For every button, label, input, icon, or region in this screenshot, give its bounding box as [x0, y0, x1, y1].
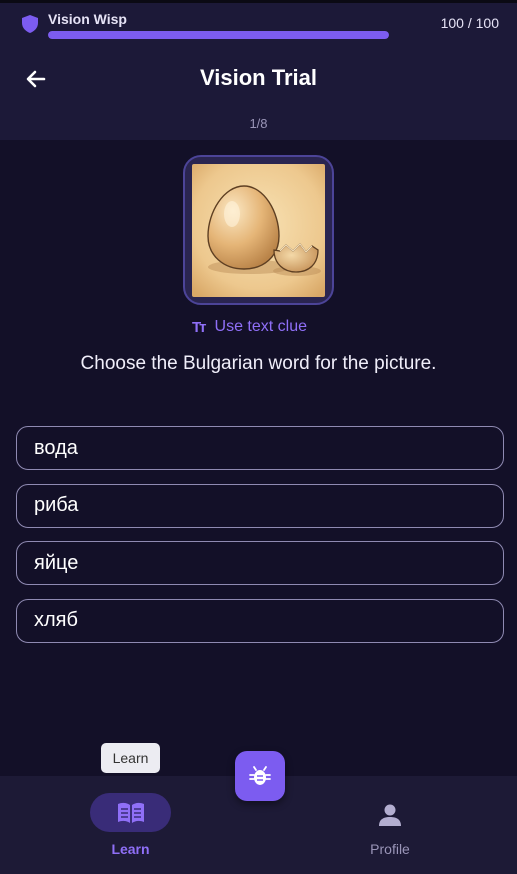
answer-option[interactable]: риба — [16, 483, 504, 528]
answer-options: вода риба яйце хляб — [16, 426, 504, 656]
answer-option-label: яйце — [34, 551, 79, 574]
question-prompt: Choose the Bulgarian word for the pictur… — [80, 353, 437, 374]
nav-item-profile[interactable]: Profile — [350, 793, 430, 857]
wisp-name: Vision Wisp — [48, 11, 127, 27]
bug-icon — [249, 766, 271, 785]
answer-option-label: риба — [34, 494, 79, 517]
answer-option[interactable]: хляб — [16, 598, 504, 643]
answer-option[interactable]: яйце — [16, 541, 504, 586]
hp-text: 100 / 100 — [440, 15, 499, 31]
learn-tooltip: Learn — [101, 743, 160, 773]
book-icon — [117, 802, 144, 823]
answer-option-label: хляб — [34, 609, 78, 632]
answer-option-label: вода — [34, 436, 78, 459]
nav-profile-label: Profile — [370, 841, 410, 857]
shield-icon — [22, 15, 38, 33]
nav-learn-label: Learn — [111, 841, 150, 857]
person-icon — [379, 804, 401, 826]
egg-illustration — [192, 164, 325, 297]
hp-bar-fill — [48, 31, 389, 39]
status-bar: Vision Wisp 100 / 100 — [0, 3, 517, 47]
debug-fab-button[interactable] — [235, 751, 285, 801]
picture-card — [183, 155, 334, 305]
app-header: Vision Trial 1/8 — [0, 47, 517, 140]
text-clue-button[interactable]: Tт Use text clue — [192, 318, 307, 336]
question-progress: 1/8 — [249, 116, 268, 131]
answer-option[interactable]: вода — [16, 426, 504, 470]
nav-learn-indicator — [90, 793, 171, 832]
nav-item-learn[interactable]: Learn — [90, 793, 171, 857]
page-title: Vision Trial — [200, 65, 317, 90]
hp-bar — [48, 31, 389, 39]
text-clue-label: Use text clue — [214, 318, 307, 335]
text-size-icon: Tт — [192, 318, 206, 336]
